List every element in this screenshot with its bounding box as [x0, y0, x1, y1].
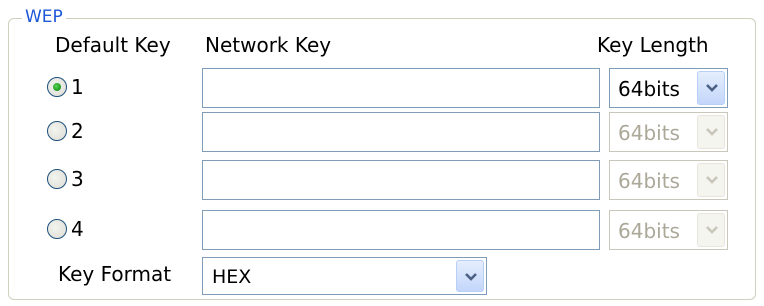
- default-key-label-2: 2: [71, 119, 84, 143]
- wep-group-title: WEP: [22, 6, 66, 28]
- chevron-down-icon: [465, 273, 477, 281]
- key-format-dropdown-button[interactable]: [456, 260, 484, 292]
- default-key-radio-4[interactable]: [47, 219, 67, 239]
- chevron-down-icon: [706, 84, 718, 92]
- default-key-header: Default Key: [55, 33, 171, 57]
- default-key-label-3: 3: [71, 167, 84, 191]
- chevron-down-icon: [706, 226, 718, 234]
- network-key-field-1[interactable]: [202, 68, 600, 108]
- default-key-label-4: 4: [71, 217, 84, 241]
- wep-key-row-2: 2 64bits: [0, 112, 764, 152]
- key-length-select-1[interactable]: 64bits: [609, 68, 728, 108]
- network-key-field-3[interactable]: [202, 160, 600, 200]
- key-length-select-2: 64bits: [609, 112, 728, 152]
- key-length-dropdown-button-4: [697, 213, 725, 247]
- key-length-select-3: 64bits: [609, 160, 728, 200]
- default-key-radio-3[interactable]: [47, 169, 67, 189]
- network-key-header: Network Key: [205, 33, 332, 57]
- wep-key-row-4: 4 64bits: [0, 210, 764, 250]
- key-format-label: Key Format: [58, 262, 172, 286]
- chevron-down-icon: [706, 176, 718, 184]
- key-length-value-2: 64bits: [618, 121, 680, 145]
- key-length-value-3: 64bits: [618, 169, 680, 193]
- key-length-select-4: 64bits: [609, 210, 728, 250]
- key-length-dropdown-button-2: [697, 115, 725, 149]
- wep-key-row-3: 3 64bits: [0, 160, 764, 200]
- default-key-radio-1[interactable]: [47, 77, 67, 97]
- key-format-value: HEX: [212, 266, 252, 288]
- key-length-value-1: 64bits: [618, 77, 680, 101]
- default-key-label-1: 1: [71, 75, 84, 99]
- chevron-down-icon: [706, 128, 718, 136]
- default-key-radio-2[interactable]: [47, 121, 67, 141]
- key-length-dropdown-button-3: [697, 163, 725, 197]
- network-key-field-4[interactable]: [202, 210, 600, 250]
- key-length-value-4: 64bits: [618, 219, 680, 243]
- key-format-select[interactable]: HEX: [202, 257, 487, 295]
- radio-selected-icon: [53, 83, 61, 91]
- wep-key-row-1: 1 64bits: [0, 68, 764, 108]
- network-key-field-2[interactable]: [202, 112, 600, 152]
- key-length-header: Key Length: [597, 33, 709, 57]
- key-length-dropdown-button-1[interactable]: [697, 71, 725, 105]
